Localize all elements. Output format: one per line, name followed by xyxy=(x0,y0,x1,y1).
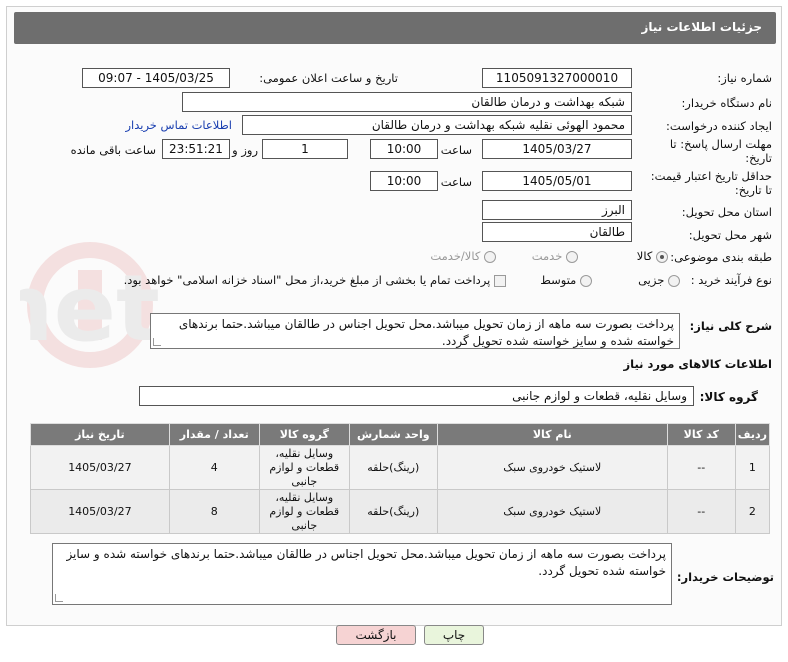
print-button[interactable]: چاپ xyxy=(424,625,484,645)
process-partial-option[interactable]: جزیی xyxy=(638,273,680,287)
goods-info-title: اطلاعات کالاهای مورد نیاز xyxy=(623,357,772,371)
page-title: جزئیات اطلاعات نیاز xyxy=(641,20,762,34)
deadline-label-1: مهلت ارسال پاسخ: تا xyxy=(669,137,772,151)
deadline-time-field: 10:00 xyxy=(370,139,438,159)
cell-need-date: 1405/03/27 xyxy=(30,445,170,490)
cell-goods-group: وسایل نقلیه، قطعات و لوازم جانبی xyxy=(258,445,350,490)
radio-icon[interactable] xyxy=(580,274,592,287)
category-service-option[interactable]: خدمت xyxy=(532,249,578,263)
process-label: نوع فرآیند خرید : xyxy=(690,273,772,287)
table-row: 1 -- لاستیک خودروی سبک (رینگ)حلقه وسایل … xyxy=(30,445,771,490)
radio-icon[interactable] xyxy=(668,274,680,287)
city-field: طالقان xyxy=(482,222,632,242)
cell-row-number: 2 xyxy=(734,489,771,534)
remaining-time-field: 23:51:21 xyxy=(162,139,230,159)
city-label: شهر محل تحویل: xyxy=(688,228,772,242)
process-medium-option[interactable]: متوسط xyxy=(540,273,592,287)
buyer-notes-label: توضیحات خریدار: xyxy=(676,570,774,584)
col-quantity: تعداد / مقدار xyxy=(168,423,260,446)
validity-label-1: حداقل تاریخ اعتبار قیمت: xyxy=(650,169,772,183)
category-service-text: خدمت xyxy=(531,249,563,263)
treasury-payment-option[interactable]: پرداخت تمام یا بخشی از مبلغ خرید،از محل … xyxy=(124,273,506,287)
radio-icon[interactable] xyxy=(484,250,496,263)
cell-quantity: 8 xyxy=(168,489,260,534)
province-label: استان محل تحویل: xyxy=(681,205,772,219)
cell-goods-code: -- xyxy=(666,445,736,490)
category-goods-service-option[interactable]: کالا/خدمت xyxy=(430,249,496,263)
category-goods-text: کالا xyxy=(636,249,653,263)
table-row: 2 -- لاستیک خودروی سبک (رینگ)حلقه وسایل … xyxy=(30,489,771,534)
requester-label: ایجاد کننده درخواست: xyxy=(666,119,772,133)
cell-goods-name: لاستیک خودروی سبک xyxy=(436,445,668,490)
validity-date-field: 1405/05/01 xyxy=(482,171,632,191)
buyer-org-label: نام دستگاه خریدار: xyxy=(681,96,772,110)
description-label: شرح کلی نیاز: xyxy=(689,319,772,333)
description-textarea[interactable]: پرداخت بصورت سه ماهه از زمان تحویل میباش… xyxy=(150,313,680,349)
category-goods-service-text: کالا/خدمت xyxy=(430,249,481,263)
province-field: البرز xyxy=(482,200,632,220)
back-button[interactable]: بازگشت xyxy=(336,625,416,645)
cell-goods-code: -- xyxy=(666,489,736,534)
announce-label: تاریخ و ساعت اعلان عمومی: xyxy=(259,71,398,85)
table-header-row: ردیف کد کالا نام کالا واحد شمارش گروه کا… xyxy=(30,423,771,446)
col-goods-code: کد کالا xyxy=(666,423,736,446)
announce-field: 1405/03/25 - 09:07 xyxy=(82,68,230,88)
checkbox-icon[interactable] xyxy=(494,274,506,287)
goods-group-label: گروه کالا: xyxy=(699,390,758,404)
buyer-org-field: شبکه بهداشت و درمان طالقان xyxy=(182,92,632,112)
col-unit: واحد شمارش xyxy=(348,423,438,446)
days-label: روز و xyxy=(232,143,258,157)
buyer-notes-text: پرداخت بصورت سه ماهه از زمان تحویل میباش… xyxy=(66,547,666,578)
cell-unit: (رینگ)حلقه xyxy=(348,445,438,490)
col-row-number: ردیف xyxy=(734,423,771,446)
need-number-field: 1105091327000010 xyxy=(482,68,632,88)
requester-field: محمود الهوئی نقلیه شبکه بهداشت و درمان ط… xyxy=(242,115,632,135)
col-goods-group: گروه کالا xyxy=(258,423,350,446)
treasury-payment-text: پرداخت تمام یا بخشی از مبلغ خرید،از محل … xyxy=(123,273,491,287)
buyer-notes-textarea[interactable]: پرداخت بصورت سه ماهه از زمان تحویل میباش… xyxy=(52,543,672,605)
cell-goods-name: لاستیک خودروی سبک xyxy=(436,489,668,534)
validity-label-2: تا تاریخ: xyxy=(734,183,772,197)
radio-icon[interactable] xyxy=(566,250,578,263)
description-text: پرداخت بصورت سه ماهه از زمان تحویل میباش… xyxy=(178,317,674,348)
remaining-label: ساعت باقی مانده xyxy=(70,143,156,157)
deadline-date-field: 1405/03/27 xyxy=(482,139,632,159)
resize-grip-icon[interactable] xyxy=(55,594,63,602)
buyer-contact-link[interactable]: اطلاعات تماس خریدار xyxy=(125,118,232,132)
cell-quantity: 4 xyxy=(168,445,260,490)
cell-goods-group: وسایل نقلیه، قطعات و لوازم جانبی xyxy=(258,489,350,534)
items-table: ردیف کد کالا نام کالا واحد شمارش گروه کا… xyxy=(30,423,771,534)
col-goods-name: نام کالا xyxy=(436,423,668,446)
validity-time-label: ساعت xyxy=(440,175,472,189)
deadline-label-2: تاریخ: xyxy=(745,151,772,165)
cell-need-date: 1405/03/27 xyxy=(30,489,170,534)
resize-grip-icon[interactable] xyxy=(153,338,161,346)
page-header: جزئیات اطلاعات نیاز xyxy=(14,12,776,44)
need-number-label: شماره نیاز: xyxy=(717,71,772,85)
process-medium-text: متوسط xyxy=(540,273,577,287)
col-need-date: تاریخ نیاز xyxy=(30,423,170,446)
radio-selected-icon[interactable] xyxy=(656,250,668,263)
category-label: طبقه بندی موضوعی: xyxy=(670,250,772,264)
cell-row-number: 1 xyxy=(734,445,771,490)
deadline-time-label: ساعت xyxy=(440,143,472,157)
process-partial-text: جزیی xyxy=(638,273,665,287)
cell-unit: (رینگ)حلقه xyxy=(348,489,438,534)
days-field: 1 xyxy=(262,139,348,159)
validity-time-field: 10:00 xyxy=(370,171,438,191)
category-goods-option[interactable]: کالا xyxy=(637,249,668,263)
goods-group-field: وسایل نقلیه، قطعات و لوازم جانبی xyxy=(139,386,694,406)
